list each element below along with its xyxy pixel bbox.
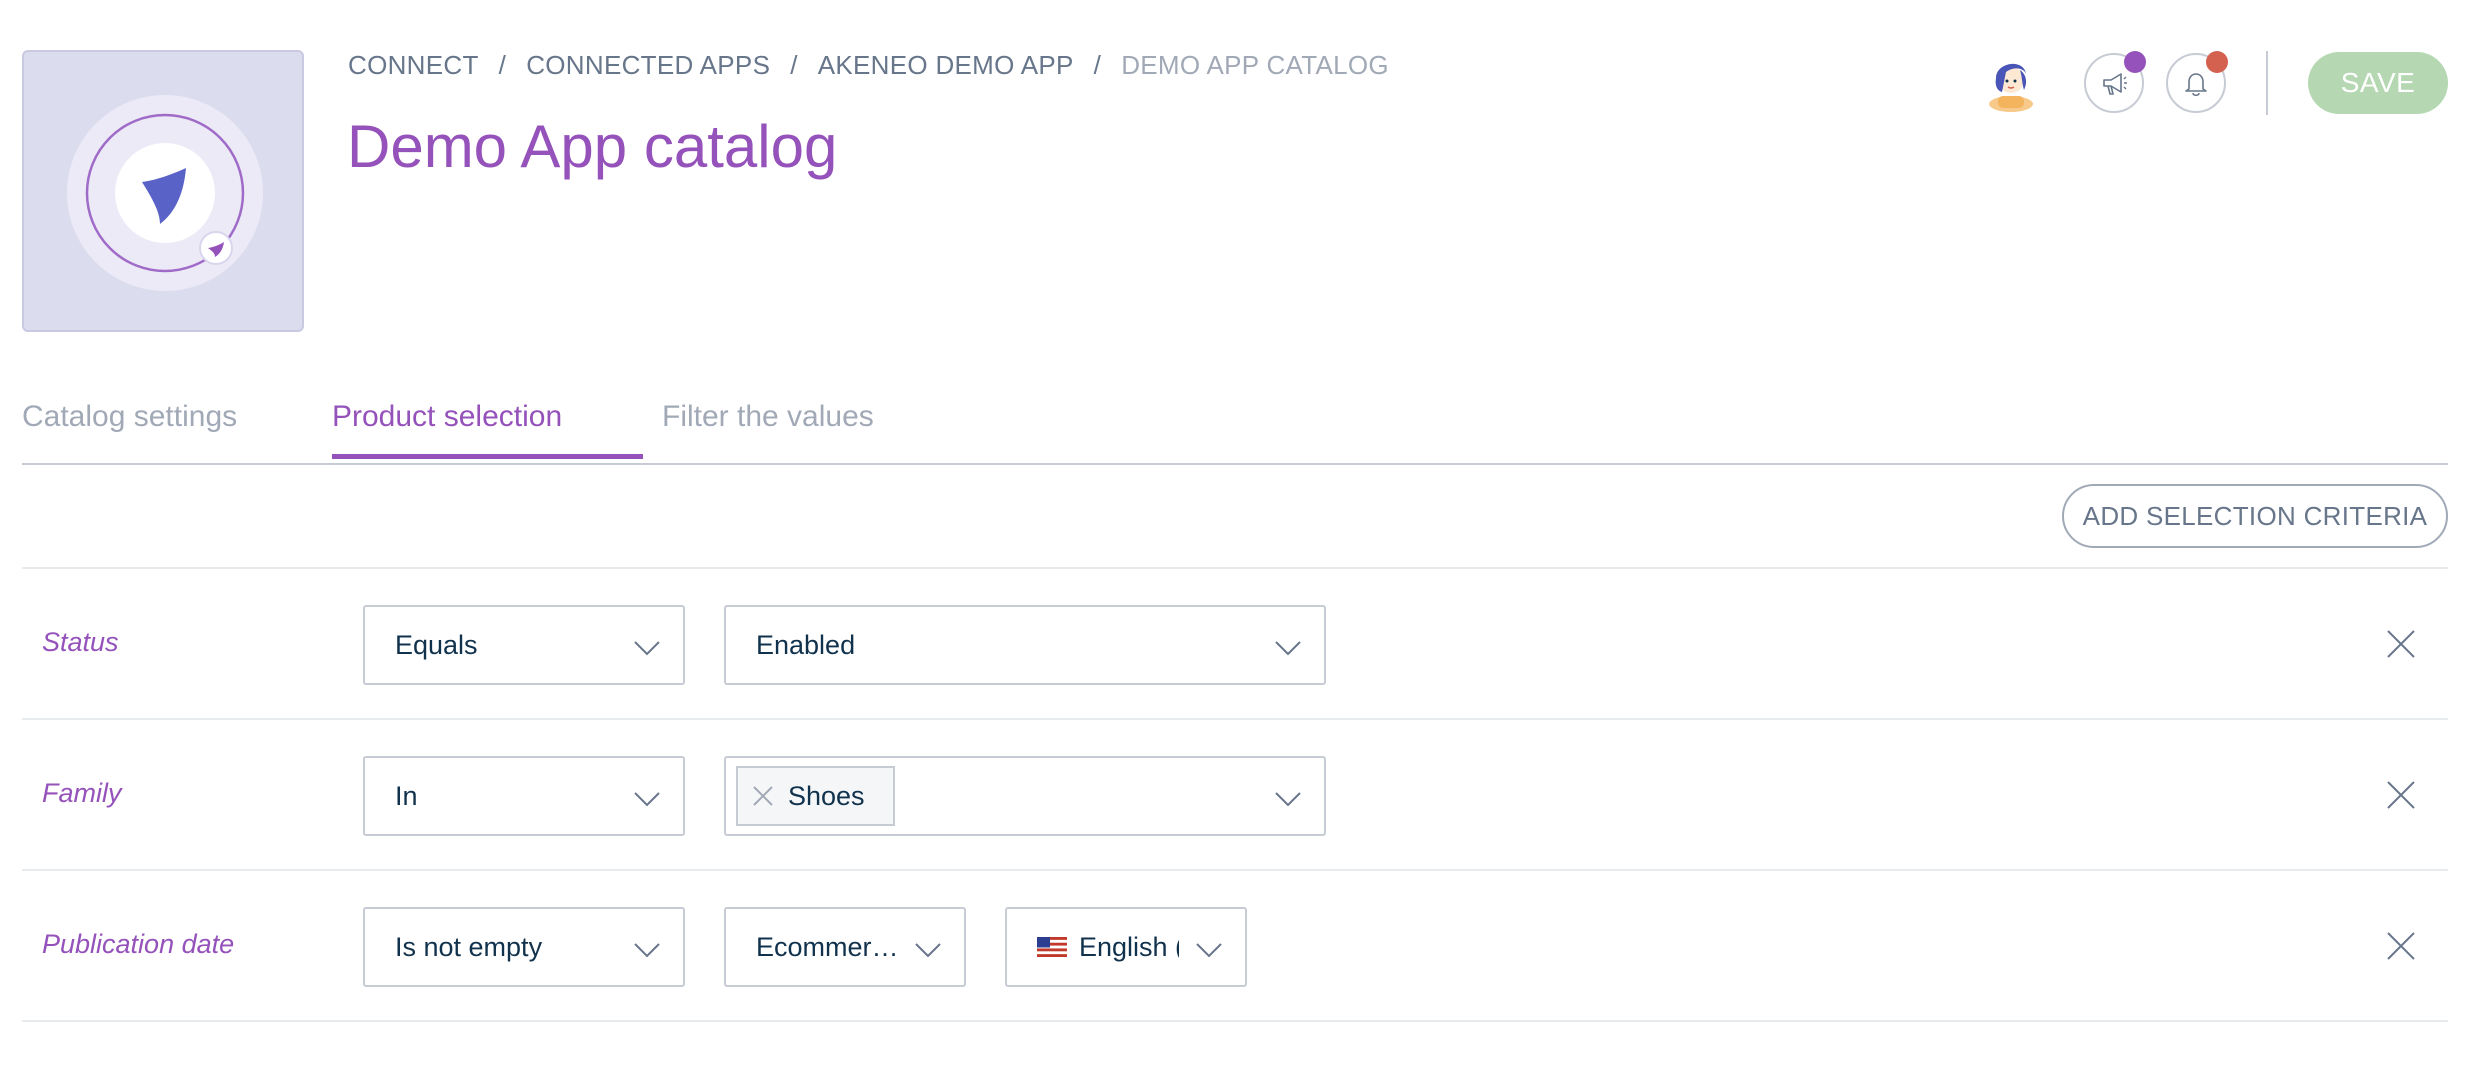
close-icon[interactable] bbox=[2386, 931, 2416, 961]
breadcrumb-connect[interactable]: CONNECT bbox=[348, 50, 479, 80]
close-icon[interactable] bbox=[2386, 629, 2416, 659]
chevron-down-icon bbox=[634, 943, 660, 958]
family-multiselect[interactable]: Shoes bbox=[724, 756, 1326, 836]
tab-bar: Catalog settings Product selection Filte… bbox=[22, 385, 2448, 465]
bell-icon bbox=[2185, 73, 2207, 97]
operator-select[interactable]: Is not empty bbox=[363, 907, 685, 987]
family-chip: Shoes bbox=[736, 766, 895, 826]
locale-value: English ( bbox=[1079, 931, 1179, 962]
criteria-field-label: Family bbox=[42, 778, 122, 808]
us-flag-icon bbox=[1037, 937, 1067, 957]
announcements-badge bbox=[2124, 51, 2146, 73]
akeneo-logo-icon bbox=[67, 95, 263, 291]
criteria-field-label: Publication date bbox=[42, 929, 235, 959]
tab-filter-the-values[interactable]: Filter the values bbox=[662, 400, 874, 454]
chevron-down-icon bbox=[915, 943, 941, 958]
header-actions: SAVE bbox=[1980, 50, 2448, 116]
app-logo bbox=[22, 50, 304, 332]
operator-value: Equals bbox=[395, 629, 478, 660]
criteria-row-family: Family In Shoes bbox=[22, 720, 2448, 871]
criteria-row-status: Status Equals Enabled bbox=[22, 569, 2448, 720]
breadcrumb-current: DEMO APP CATALOG bbox=[1121, 50, 1389, 80]
criteria-list: Status Equals Enabled Family In Shoes Pu… bbox=[22, 567, 2448, 1022]
chevron-down-icon bbox=[634, 641, 660, 656]
status-value: Enabled bbox=[756, 629, 856, 660]
notifications-badge bbox=[2206, 51, 2228, 73]
avatar-icon bbox=[1989, 63, 2033, 112]
page-title: Demo App catalog bbox=[347, 113, 838, 180]
breadcrumb: CONNECT / CONNECTED APPS / AKENEO DEMO APP / D… bbox=[348, 50, 1389, 81]
avatar[interactable] bbox=[1980, 52, 2042, 114]
chevron-down-icon bbox=[1275, 792, 1301, 807]
add-selection-criteria-button[interactable]: ADD SELECTION CRITERIA bbox=[2062, 484, 2448, 548]
breadcrumb-connected-apps[interactable]: CONNECTED APPS bbox=[526, 50, 770, 80]
save-button[interactable]: SAVE bbox=[2308, 52, 2448, 114]
header-divider bbox=[2266, 51, 2268, 115]
tab-catalog-settings[interactable]: Catalog settings bbox=[22, 400, 237, 454]
channel-value: Ecommer… bbox=[756, 931, 899, 962]
breadcrumb-separator: / bbox=[790, 50, 798, 80]
chevron-down-icon bbox=[1275, 641, 1301, 656]
breadcrumb-akeneo-demo-app[interactable]: AKENEO DEMO APP bbox=[818, 50, 1074, 80]
chevron-down-icon bbox=[634, 792, 660, 807]
family-chip-label: Shoes bbox=[788, 780, 865, 811]
megaphone-icon bbox=[2103, 73, 2127, 95]
channel-select[interactable]: Ecommer… bbox=[724, 907, 966, 987]
value-select[interactable]: Enabled bbox=[724, 605, 1326, 685]
criteria-field-label: Status bbox=[42, 627, 119, 657]
breadcrumb-separator: / bbox=[498, 50, 507, 80]
chevron-down-icon bbox=[1196, 943, 1222, 958]
operator-select[interactable]: In bbox=[363, 756, 685, 836]
locale-select[interactable]: English ( bbox=[1005, 907, 1247, 987]
notifications-button[interactable] bbox=[2166, 51, 2228, 113]
operator-select[interactable]: Equals bbox=[363, 605, 685, 685]
criteria-row-publication-date: Publication date Is not empty Ecommer… E… bbox=[22, 871, 2448, 1022]
tab-product-selection[interactable]: Product selection bbox=[332, 400, 643, 459]
breadcrumb-separator: / bbox=[1093, 50, 1102, 80]
close-icon[interactable] bbox=[2386, 780, 2416, 810]
remove-chip-icon[interactable] bbox=[752, 785, 774, 807]
operator-value: In bbox=[395, 780, 418, 811]
announcements-button[interactable] bbox=[2084, 51, 2146, 113]
operator-value: Is not empty bbox=[395, 931, 543, 962]
